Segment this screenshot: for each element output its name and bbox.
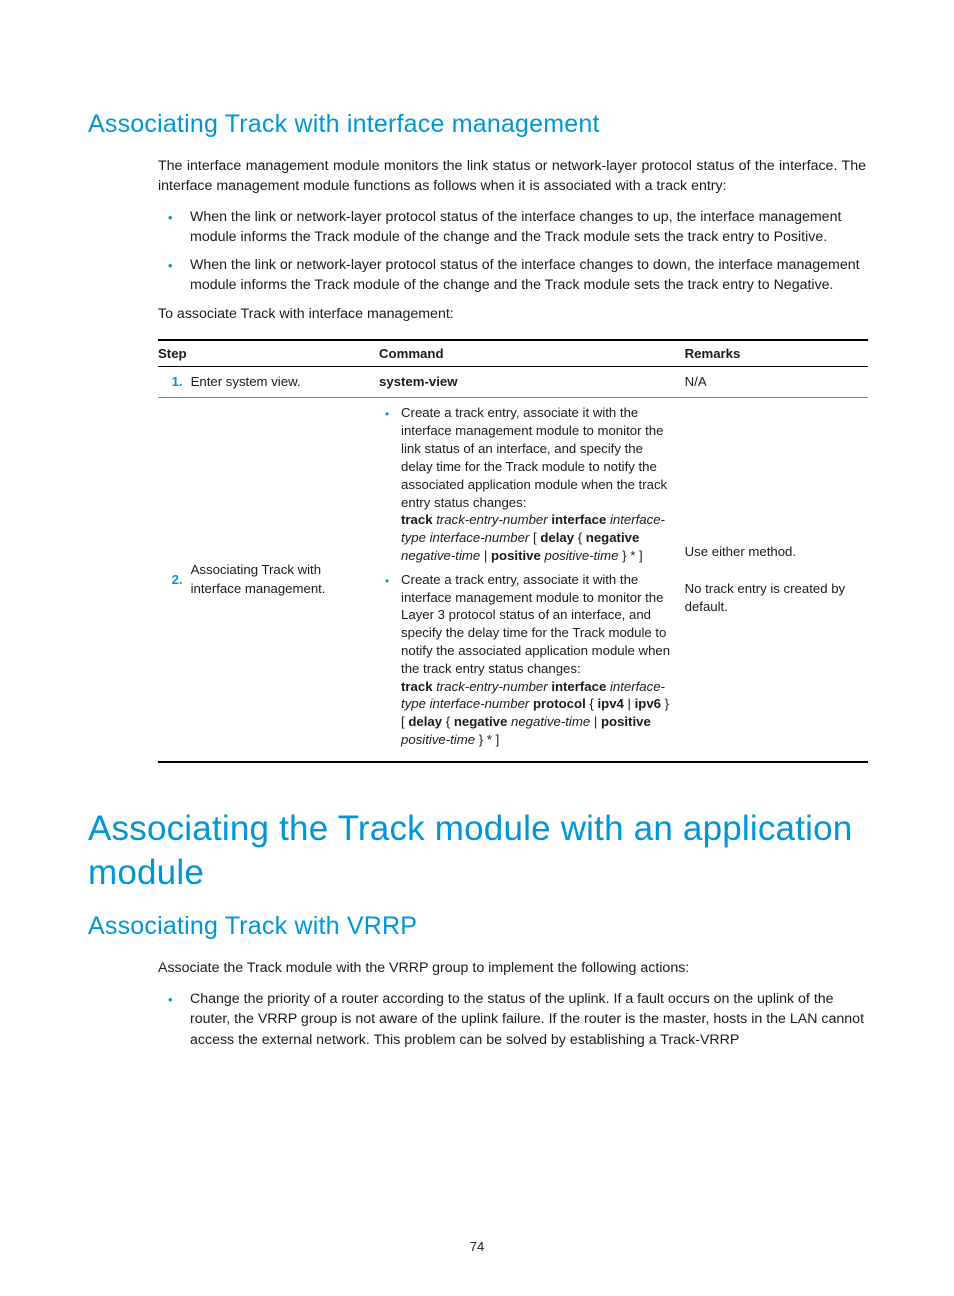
step-remarks: N/A bbox=[685, 367, 868, 398]
main-heading: Associating the Track module with an app… bbox=[88, 807, 866, 895]
intro-paragraph-1: The interface management module monitors… bbox=[158, 157, 866, 197]
step-command: system-view bbox=[379, 367, 685, 398]
step-description: Associating Track with interface managem… bbox=[191, 398, 379, 762]
intro-paragraph-2: Associate the Track module with the VRRP… bbox=[158, 959, 866, 979]
list-item: Change the priority of a router accordin… bbox=[158, 989, 866, 1049]
command-table: Step Command Remarks 1. Enter system vie… bbox=[158, 339, 868, 763]
step-command: Create a track entry, associate it with … bbox=[379, 398, 685, 762]
step-number: 1. bbox=[158, 367, 191, 398]
step-number: 2. bbox=[158, 398, 191, 762]
table-header-remarks: Remarks bbox=[685, 340, 868, 367]
page-number: 74 bbox=[0, 1239, 954, 1254]
section-heading-2: Associating Track with VRRP bbox=[88, 912, 866, 941]
table-header-command: Command bbox=[379, 340, 685, 367]
section-heading-1: Associating Track with interface managem… bbox=[88, 110, 866, 139]
step-description: Enter system view. bbox=[191, 367, 379, 398]
command-bullet: Create a track entry, associate it with … bbox=[379, 404, 675, 564]
lead-in-text: To associate Track with interface manage… bbox=[158, 305, 866, 325]
bullet-list-1: When the link or network-layer protocol … bbox=[158, 207, 866, 296]
command-bullet: Create a track entry, associate it with … bbox=[379, 571, 675, 749]
table-row: 2. Associating Track with interface mana… bbox=[158, 398, 868, 762]
table-header-step: Step bbox=[158, 340, 379, 367]
list-item: When the link or network-layer protocol … bbox=[158, 207, 866, 247]
step-remarks: Use either method. No track entry is cre… bbox=[685, 398, 868, 762]
list-item: When the link or network-layer protocol … bbox=[158, 255, 866, 295]
table-row: 1. Enter system view. system-view N/A bbox=[158, 367, 868, 398]
bullet-list-2: Change the priority of a router accordin… bbox=[158, 989, 866, 1049]
